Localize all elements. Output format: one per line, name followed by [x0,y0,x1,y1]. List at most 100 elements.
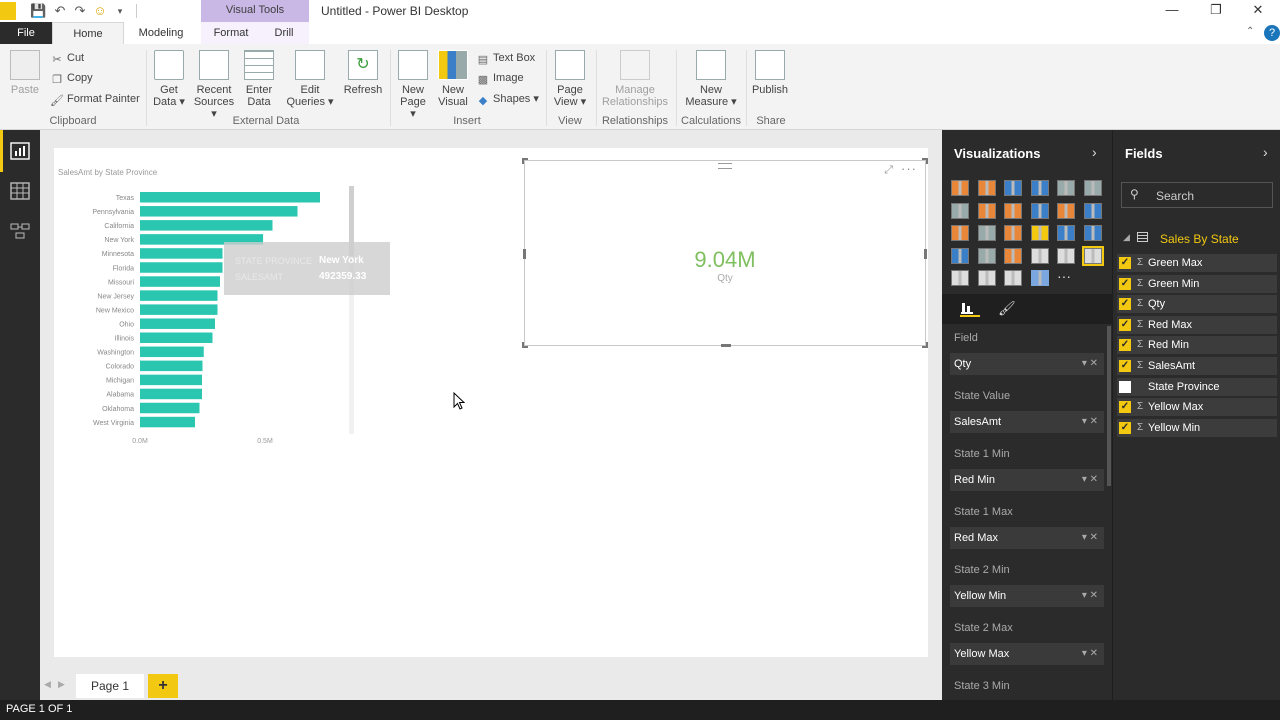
well-dropdown-remove-icons[interactable]: ▾ ✕ [1082,527,1098,549]
card-visual[interactable]: ⤢ ··· 9.04M Qty [522,158,928,348]
table-visual-icon[interactable] [977,270,996,286]
matrix-visual-icon[interactable] [1004,270,1022,286]
bar[interactable] [140,248,223,259]
field-item[interactable]: ✓ Σ Red Max [1117,315,1277,334]
well-field-box[interactable]: SalesAmt ▾ ✕ [950,411,1104,433]
checkbox-unchecked-icon[interactable] [1119,380,1131,393]
collapse-visualizations-icon[interactable]: › [1092,144,1097,160]
card-visual-icon[interactable] [1030,247,1049,264]
page-scroll-left-icon[interactable]: ◀ [44,679,51,690]
report-view-icon[interactable] [10,142,30,160]
checkbox-checked-icon[interactable]: ✓ [1119,318,1131,331]
field-item[interactable]: ✓ Σ Yellow Max [1117,398,1277,417]
field-item[interactable]: ✓ Σ SalesAmt [1117,357,1277,375]
resize-handle[interactable] [523,249,526,259]
well-dropdown-remove-icons[interactable]: ▾ ✕ [1082,411,1098,433]
treemap-visual-icon[interactable] [1057,225,1075,241]
well-dropdown-remove-icons[interactable]: ▾ ✕ [1082,585,1098,607]
bar-chart[interactable]: Texas Pennsylvania California New York Minne… [54,184,364,454]
smiley-feedback-icon[interactable]: ☺ [92,3,108,19]
collapse-ribbon-icon[interactable]: ⌃ [1246,26,1254,37]
fields-search-box[interactable]: ⚲ Search [1121,182,1273,208]
line-column-visual-icon[interactable] [1030,202,1049,219]
expand-table-icon[interactable]: ◢ [1123,232,1130,243]
gauge-visual-icon[interactable] [1004,247,1022,264]
bar[interactable] [140,192,320,203]
bar[interactable] [140,276,220,287]
report-page[interactable]: SalesAmt by State Province Texas Pennsylv… [54,148,928,657]
tab-format[interactable]: Format [205,22,257,44]
publish-button[interactable]: Publish [750,50,790,96]
resize-handle[interactable] [924,249,927,259]
checkbox-checked-icon[interactable]: ✓ [1119,421,1131,434]
bar[interactable] [140,388,202,400]
line-clustered-visual-icon[interactable] [1057,202,1075,219]
table-name-sales-by-state[interactable]: Sales By State [1160,232,1239,246]
page-scroll-right-icon[interactable]: ▶ [58,679,65,690]
tab-home[interactable]: Home [52,22,124,44]
restore-icon[interactable]: ❐ [1194,0,1238,22]
new-measure-button[interactable]: New Measure ▾ [684,50,738,108]
copy-button[interactable]: ❐ Copy [50,69,93,87]
multi-row-card-visual-icon[interactable] [1057,247,1075,264]
slicer-visual-icon[interactable] [951,270,969,286]
well-dropdown-remove-icons[interactable]: ▾ ✕ [1082,353,1098,375]
tab-modeling[interactable]: Modeling [130,22,192,44]
redo-icon[interactable]: ↷ [72,3,88,19]
enter-data-button[interactable]: Enter Data [242,50,276,108]
help-icon[interactable]: ? [1264,25,1280,41]
stacked-column-visual-icon[interactable] [977,180,996,196]
field-item[interactable]: ✓ Σ Red Min [1117,336,1277,355]
field-item[interactable]: ✓ Σ Yellow Min [1117,418,1277,437]
checkbox-checked-icon[interactable]: ✓ [1119,401,1131,414]
bar-chart-scrollbar[interactable] [349,186,354,434]
filled-map-visual-icon[interactable] [951,247,969,264]
checkbox-checked-icon[interactable]: ✓ [1119,277,1131,290]
well-dropdown-remove-icons[interactable]: ▾ ✕ [1082,469,1098,491]
get-data-button[interactable]: Get Data ▾ [152,50,186,108]
tab-file[interactable]: File [0,22,52,44]
donut-visual-icon[interactable] [1030,225,1049,241]
bar[interactable] [140,402,200,414]
tab-drill[interactable]: Drill [262,22,306,44]
100-column-visual-icon[interactable] [1083,180,1102,196]
field-item[interactable]: ✓ Σ Qty [1117,295,1277,314]
more-visual-icon[interactable]: ··· [1057,269,1075,286]
checkbox-checked-icon[interactable]: ✓ [1119,298,1131,311]
field-item[interactable]: ✓ Σ Green Max [1117,254,1277,272]
stacked-area-visual-icon[interactable] [1004,202,1022,219]
well-field-box[interactable]: Qty ▾ ✕ [950,353,1104,375]
100-bar-visual-icon[interactable] [1057,180,1075,196]
bar[interactable] [140,346,204,358]
format-painter-button[interactable]: 🖌 Format Painter [50,90,140,108]
kpi-visual-icon[interactable] [1081,245,1104,266]
manage-relationships-button[interactable]: Manage Relationships [600,50,670,108]
drag-handle-icon[interactable] [718,163,732,169]
minimize-icon[interactable]: — [1150,0,1194,22]
field-item[interactable]: ✓ Σ Green Min [1117,274,1277,293]
field-item[interactable]: State Province [1117,377,1277,396]
well-dropdown-remove-icons[interactable]: ▾ ✕ [1082,643,1098,665]
recent-sources-button[interactable]: Recent Sources ▾ [190,50,238,120]
pie-visual-icon[interactable] [1004,225,1022,241]
collapse-fields-icon[interactable]: › [1263,144,1268,160]
bar[interactable] [140,360,203,372]
r-visual-visual-icon[interactable] [1030,270,1049,286]
checkbox-checked-icon[interactable]: ✓ [1119,360,1131,372]
page-tab-page-1[interactable]: Page 1 [76,674,144,698]
new-page-button[interactable]: New Page ▾ [396,50,430,120]
page-view-button[interactable]: Page View ▾ [552,50,588,108]
bar[interactable] [140,290,218,301]
relationships-view-icon[interactable] [10,222,30,240]
shapes-button[interactable]: ◆ Shapes ▾ [476,90,539,108]
area-visual-icon[interactable] [977,202,996,219]
bar[interactable] [140,206,298,217]
checkbox-checked-icon[interactable]: ✓ [1119,339,1131,352]
resize-handle[interactable] [922,342,928,348]
close-icon[interactable]: ✕ [1236,0,1280,22]
more-options-icon[interactable]: ··· [901,161,917,176]
refresh-button[interactable]: ↻ Refresh [342,50,384,96]
well-field-box[interactable]: Red Min ▾ ✕ [950,469,1104,491]
resize-handle[interactable] [922,158,928,164]
bar[interactable] [140,318,215,329]
